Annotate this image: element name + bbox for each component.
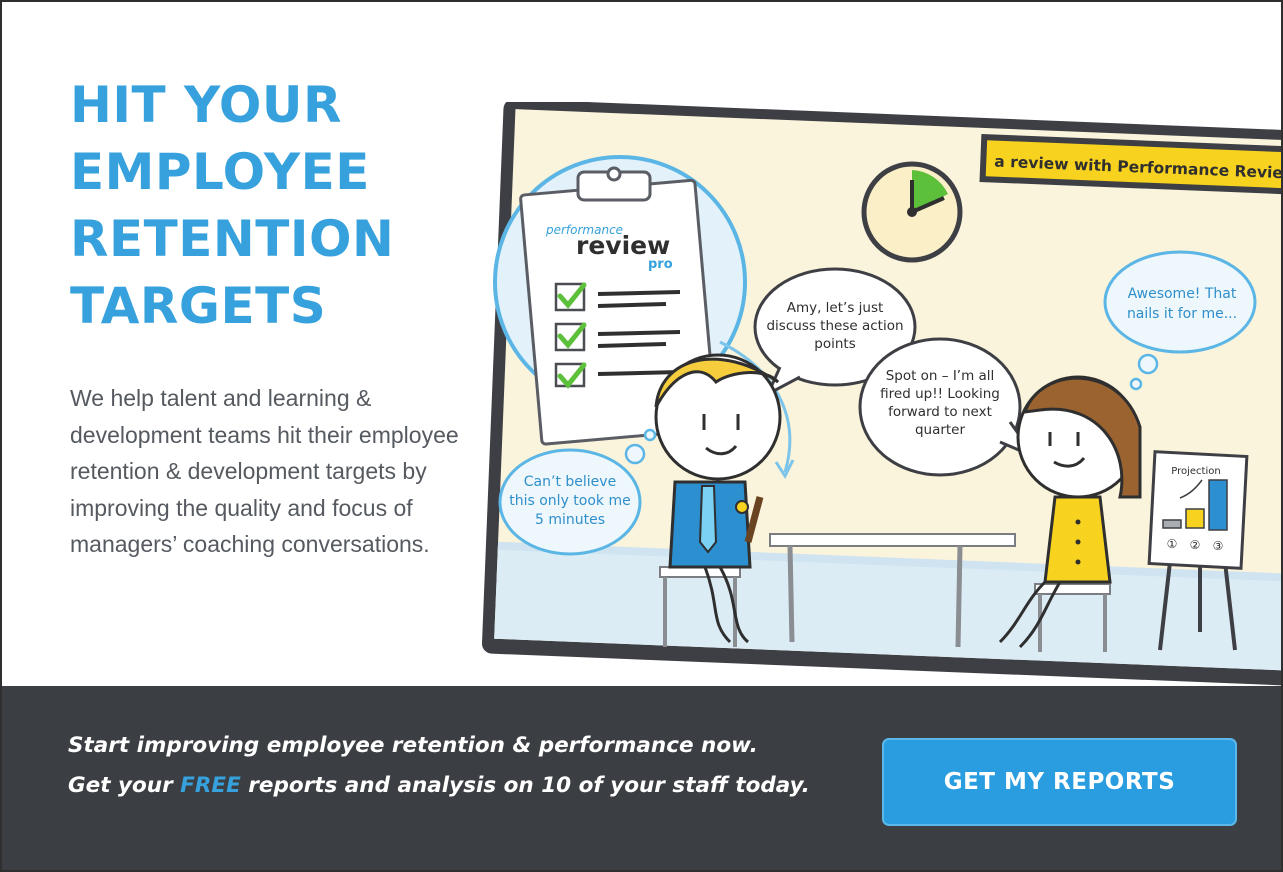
hero-top: HIT YOUR EMPLOYEE RETENTION TARGETS We h… <box>2 2 1281 686</box>
chart-label: ③ <box>1213 539 1224 553</box>
hero-description: We help talent and learning & developmen… <box>70 385 459 557</box>
chart-label: ② <box>1190 538 1201 552</box>
projection-easel: Projection ① ② ③ <box>1147 450 1249 651</box>
speech-line: forward to next <box>888 404 992 420</box>
cta-free-highlight: FREE <box>180 773 241 798</box>
speech-line: points <box>814 336 855 352</box>
cta-line-2-prefix: Get your <box>68 773 181 798</box>
headline-line: RETENTION <box>70 210 395 268</box>
headline-line: EMPLOYEE <box>70 143 370 201</box>
clock-icon <box>861 161 963 263</box>
review-illustration: a review with Performance Review Pro per… <box>481 102 1281 686</box>
speech-line: Amy, let’s just <box>787 300 884 316</box>
thought-line: nails it for me... <box>1127 306 1237 322</box>
cta-bar: Start improving employee retention & per… <box>2 686 1281 870</box>
cta-line-2-suffix: reports and analysis on 10 of your staff… <box>240 773 810 798</box>
speech-line: quarter <box>915 422 966 438</box>
speech-line: fired up!! Looking <box>880 386 1000 402</box>
hero-section: HIT YOUR EMPLOYEE RETENTION TARGETS We h… <box>0 0 1283 872</box>
headline-line: HIT YOUR <box>70 76 342 134</box>
thought-line: this only took me <box>509 493 631 509</box>
hero-headline: HIT YOUR EMPLOYEE RETENTION TARGETS <box>70 72 394 340</box>
thought-line: Awesome! That <box>1128 286 1237 302</box>
headline-line: TARGETS <box>70 277 327 335</box>
cta-text: Start improving employee retention & per… <box>68 726 810 806</box>
thought-line: Can’t believe <box>524 474 616 490</box>
thought-line: 5 minutes <box>535 512 605 528</box>
chart-label: ① <box>1167 537 1178 551</box>
speech-line: discuss these action <box>766 318 903 334</box>
get-my-reports-button[interactable]: GET MY REPORTS <box>882 738 1237 826</box>
speech-line: Spot on – I’m all <box>886 368 995 384</box>
clipboard-brand-sub: pro <box>648 257 673 272</box>
cta-line-1: Start improving employee retention & per… <box>68 733 758 758</box>
chart-title: Projection <box>1171 466 1220 477</box>
clipboard-brand-main: review <box>576 231 670 260</box>
